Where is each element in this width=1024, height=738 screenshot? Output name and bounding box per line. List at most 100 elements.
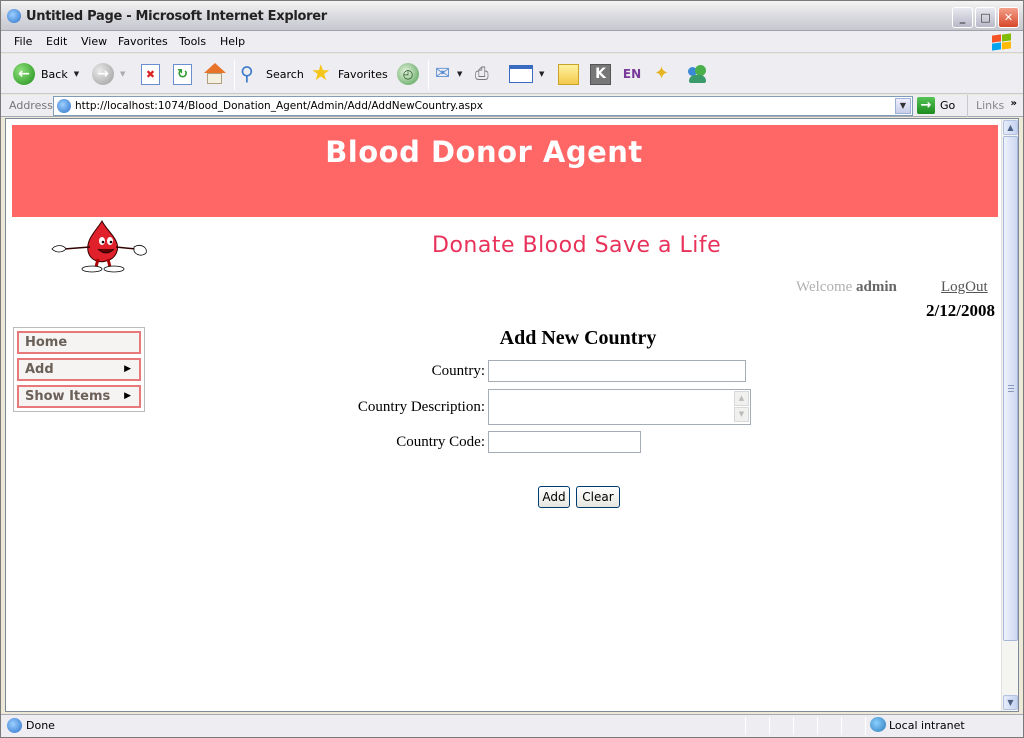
country-description-label: Country Description: bbox=[357, 399, 485, 415]
add-button[interactable]: Add bbox=[538, 486, 570, 508]
menu-file[interactable]: File bbox=[14, 35, 32, 48]
submenu-arrow-icon: ▶ bbox=[124, 391, 131, 401]
vertical-scrollbar[interactable]: ▲ ▼ bbox=[1001, 119, 1018, 711]
mobile-favorites-icon: ✦ bbox=[654, 63, 670, 84]
page-icon bbox=[57, 99, 71, 113]
menu-favorites[interactable]: Favorites bbox=[118, 35, 168, 48]
status-divider bbox=[745, 717, 746, 735]
back-button[interactable]: ← Back ▼ bbox=[13, 62, 79, 86]
chevron-right-icon: » bbox=[1010, 98, 1017, 109]
mail-icon: ✉ bbox=[435, 63, 451, 84]
tagline: Donate Blood Save a Life bbox=[432, 233, 722, 258]
go-button[interactable]: → Go bbox=[917, 97, 955, 114]
textarea-scrollbar[interactable]: ▲ ▼ bbox=[734, 391, 749, 423]
menu-bar: File Edit View Favorites Tools Help bbox=[1, 31, 1023, 53]
k-button[interactable]: K bbox=[590, 62, 611, 86]
intranet-zone-icon bbox=[870, 717, 886, 732]
country-code-input[interactable] bbox=[488, 431, 641, 453]
clear-button[interactable]: Clear bbox=[576, 486, 620, 508]
stop-button[interactable]: ✖ bbox=[141, 62, 160, 86]
security-zone: Local intranet bbox=[889, 719, 965, 732]
toolbar-separator bbox=[234, 60, 235, 90]
menu-tools[interactable]: Tools bbox=[179, 35, 206, 48]
favorites-button[interactable]: ★ Favorites bbox=[311, 62, 388, 86]
k-icon: K bbox=[590, 63, 611, 85]
country-label: Country: bbox=[431, 363, 485, 379]
site-title: Blood Donor Agent bbox=[325, 135, 643, 169]
home-button[interactable] bbox=[203, 62, 226, 86]
nav-item-home[interactable]: Home bbox=[17, 331, 141, 354]
note-icon bbox=[558, 63, 579, 85]
welcome-message: Welcome admin bbox=[796, 279, 897, 295]
status-divider bbox=[841, 717, 842, 735]
toolbar: ← Back ▼ → ▼ ✖ ↻ ⚲ Search ★ Favorites ◴ … bbox=[1, 54, 1023, 94]
edit-button[interactable]: ▼ bbox=[509, 62, 544, 86]
menu-edit[interactable]: Edit bbox=[46, 35, 67, 48]
menu-help[interactable]: Help bbox=[220, 35, 245, 48]
country-description-textarea[interactable]: ▲ ▼ bbox=[488, 389, 751, 425]
address-dropdown-icon[interactable]: ▼ bbox=[895, 98, 911, 114]
messenger-icon bbox=[686, 63, 708, 85]
browser-window: Untitled Page - Microsoft Internet Explo… bbox=[0, 0, 1024, 738]
edit-dropdown-icon[interactable]: ▼ bbox=[539, 70, 544, 78]
close-button[interactable]: ✕ bbox=[998, 7, 1019, 28]
status-text: Done bbox=[26, 719, 55, 732]
form-title: Add New Country bbox=[499, 327, 657, 349]
print-icon: ⎙ bbox=[475, 64, 489, 84]
forward-dropdown-icon: ▼ bbox=[120, 70, 126, 78]
status-bar: Done Local intranet bbox=[1, 714, 1023, 737]
window-title: Untitled Page - Microsoft Internet Explo… bbox=[26, 9, 327, 24]
refresh-icon: ↻ bbox=[173, 63, 192, 85]
forward-button[interactable]: → ▼ bbox=[92, 62, 125, 86]
messenger-button[interactable] bbox=[686, 62, 708, 86]
address-url[interactable]: http://localhost:1074/Blood_Donation_Age… bbox=[75, 100, 483, 112]
ie-icon bbox=[7, 9, 21, 23]
history-button[interactable]: ◴ bbox=[397, 62, 419, 86]
search-button[interactable]: ⚲ Search bbox=[240, 62, 304, 86]
username: admin bbox=[856, 279, 897, 295]
address-input[interactable]: http://localhost:1074/Blood_Donation_Age… bbox=[53, 96, 913, 116]
nav-item-show-items[interactable]: Show Items ▶ bbox=[17, 385, 141, 408]
translate-icon: EN bbox=[622, 67, 642, 81]
translate-button[interactable]: EN bbox=[621, 62, 643, 86]
submenu-arrow-icon: ▶ bbox=[124, 364, 131, 374]
nav-menu: Home Add ▶ Show Items ▶ bbox=[13, 327, 145, 412]
scroll-thumb[interactable] bbox=[1003, 136, 1018, 641]
toolbar-separator bbox=[428, 60, 429, 90]
scroll-down-button[interactable]: ▼ bbox=[1003, 695, 1018, 710]
windows-logo-icon bbox=[991, 33, 1013, 51]
refresh-button[interactable]: ↻ bbox=[173, 62, 192, 86]
note-button[interactable] bbox=[558, 62, 579, 86]
page-status-icon bbox=[7, 718, 22, 733]
stop-icon: ✖ bbox=[141, 63, 160, 85]
maximize-button[interactable]: □ bbox=[975, 7, 996, 28]
country-input[interactable] bbox=[488, 360, 746, 382]
status-divider bbox=[817, 717, 818, 735]
print-button[interactable]: ⎙ bbox=[475, 62, 497, 86]
nav-item-add[interactable]: Add ▶ bbox=[17, 358, 141, 381]
mail-dropdown-icon[interactable]: ▼ bbox=[457, 70, 462, 78]
go-arrow-icon: → bbox=[917, 97, 935, 114]
back-dropdown-icon[interactable]: ▼ bbox=[74, 70, 79, 78]
mobile-favorites-button[interactable]: ✦ bbox=[654, 62, 676, 86]
status-divider bbox=[769, 717, 770, 735]
scroll-down-icon[interactable]: ▼ bbox=[734, 407, 749, 422]
minimize-button[interactable]: _ bbox=[952, 7, 973, 28]
blood-drop-mascot-icon bbox=[51, 219, 147, 273]
scroll-up-icon[interactable]: ▲ bbox=[734, 391, 749, 406]
back-icon: ← bbox=[13, 63, 35, 85]
logout-link[interactable]: LogOut bbox=[941, 279, 988, 296]
history-icon: ◴ bbox=[397, 63, 419, 85]
forward-icon: → bbox=[92, 63, 114, 85]
menu-view[interactable]: View bbox=[81, 35, 107, 48]
mail-button[interactable]: ✉ ▼ bbox=[435, 62, 462, 86]
grip-icon bbox=[1008, 385, 1014, 392]
title-bar: Untitled Page - Microsoft Internet Explo… bbox=[1, 1, 1023, 31]
page-viewport: Blood Donor Agent Donate Blood Save a Li… bbox=[5, 118, 1019, 712]
current-date: 2/12/2008 bbox=[926, 301, 995, 320]
home-icon bbox=[203, 63, 226, 85]
status-divider bbox=[865, 717, 866, 735]
links-button[interactable]: Links » bbox=[967, 95, 1023, 117]
scroll-up-button[interactable]: ▲ bbox=[1003, 120, 1018, 135]
status-divider bbox=[793, 717, 794, 735]
